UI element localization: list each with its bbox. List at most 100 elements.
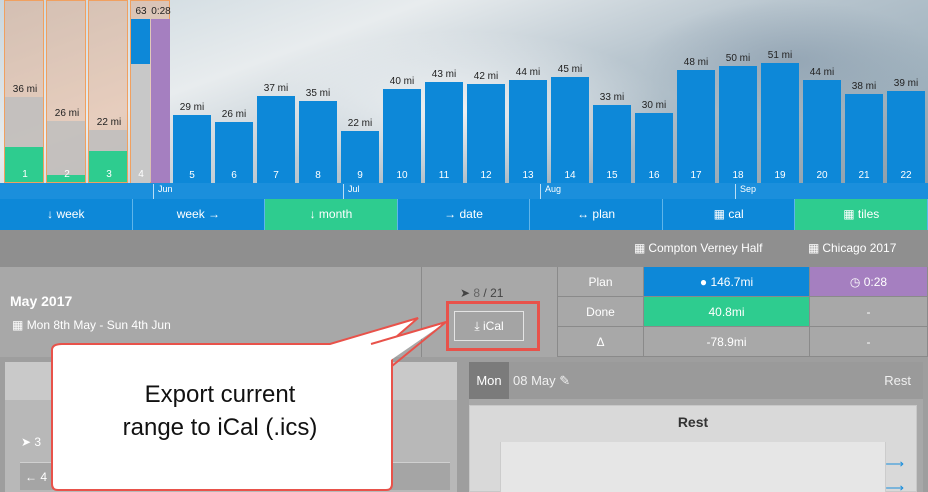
arrow-right-icon[interactable]: ⟶ bbox=[885, 456, 904, 472]
week-number: 21 bbox=[858, 170, 870, 181]
bar-value-label: 38 mi bbox=[851, 80, 877, 92]
week-number: 6 bbox=[231, 170, 237, 181]
week-bar[interactable] bbox=[803, 79, 841, 183]
bar-value-label: 33 mi bbox=[599, 92, 625, 104]
bar-value-label: 45 mi bbox=[557, 64, 583, 76]
bar-value-label: 51 mi bbox=[767, 50, 793, 62]
grid-icon: ▦ bbox=[808, 241, 820, 255]
done-distance: 40.8mi bbox=[644, 297, 810, 327]
runner-icon: ➤ bbox=[460, 286, 471, 300]
sessions-box: ➤ 8 / 21 ⤓ iCal bbox=[422, 267, 558, 357]
run-count: 3 bbox=[34, 435, 42, 449]
cal-label: cal bbox=[728, 207, 744, 221]
race-label: Chicago 2017 bbox=[822, 241, 897, 255]
week-bar[interactable] bbox=[425, 81, 463, 183]
delta-time: - bbox=[810, 327, 928, 357]
weekly-mileage-chart: 36 mi 1 26 mi 2 22 mi 3 63 0:28 4 29 mi 5 26 mi 6 37 … bbox=[0, 0, 928, 184]
week-forward-button[interactable]: week → bbox=[132, 199, 266, 230]
bar-value-label: 22 mi bbox=[347, 118, 373, 130]
plan-button[interactable]: ↔ plan bbox=[530, 199, 663, 230]
month-button[interactable]: ↓ month bbox=[265, 199, 398, 230]
cal-button[interactable]: ▦ cal bbox=[662, 199, 796, 230]
week-number: 12 bbox=[480, 170, 492, 181]
arrow-left-icon: ← bbox=[25, 470, 37, 484]
week-number: 13 bbox=[522, 170, 534, 181]
callout-line-2: range to iCal (.ics) bbox=[122, 414, 318, 441]
day-date[interactable]: 08 May ✎ bbox=[513, 373, 570, 389]
day-header: Mon 08 May ✎ Rest bbox=[469, 362, 923, 399]
current-week-column[interactable]: 63 0:28 4 bbox=[130, 0, 171, 184]
month-label: Aug bbox=[540, 184, 561, 199]
week-number: 22 bbox=[900, 170, 912, 181]
plan-time: ◷ 0:28 bbox=[810, 267, 928, 297]
ical-export-button[interactable]: ⤓ iCal bbox=[454, 311, 524, 341]
week-bar[interactable] bbox=[677, 70, 715, 183]
past-week-column[interactable]: 22 mi 3 bbox=[88, 0, 128, 183]
date-button[interactable]: → date bbox=[397, 199, 531, 230]
week-number: 19 bbox=[774, 170, 786, 181]
bar-time-label: 0:28 bbox=[151, 6, 171, 17]
clock-icon: ◷ bbox=[849, 275, 861, 289]
week-bar[interactable] bbox=[383, 89, 421, 183]
week-bar[interactable] bbox=[761, 63, 799, 183]
stats-label: Done bbox=[558, 297, 644, 327]
bar-value-label: 36 mi bbox=[12, 84, 38, 96]
week-number: 11 bbox=[438, 170, 450, 181]
month-axis: Jun Jul Aug Sep bbox=[0, 183, 928, 199]
bar-value-label: 50 mi bbox=[725, 52, 751, 64]
past-week-column[interactable]: 36 mi 1 bbox=[4, 0, 44, 183]
pencil-icon[interactable]: ✎ bbox=[559, 373, 570, 388]
range-dates-row: ▦ Mon 8th May - Sun 4th Jun bbox=[12, 318, 171, 332]
bar-value-label: 44 mi bbox=[809, 66, 835, 78]
range-summary: May 2017 ▦ Mon 8th May - Sun 4th Jun ➤ 8… bbox=[0, 267, 928, 357]
week-bar[interactable] bbox=[467, 84, 505, 183]
week-bar[interactable] bbox=[719, 65, 757, 183]
current-time-bar bbox=[151, 19, 170, 184]
week-number: 17 bbox=[690, 170, 702, 181]
week-number: 5 bbox=[189, 170, 195, 181]
race-label: Compton Verney Half bbox=[648, 241, 763, 255]
done-time: - bbox=[810, 297, 928, 327]
week-number: 15 bbox=[606, 170, 618, 181]
race-link-chicago[interactable]: ▦ Chicago 2017 bbox=[808, 241, 896, 255]
race-link-compton[interactable]: ▦ Compton Verney Half bbox=[634, 241, 762, 255]
download-icon: ⤓ bbox=[474, 319, 480, 333]
week-bar[interactable] bbox=[551, 77, 589, 183]
arrow-right-icon[interactable]: ⟶ bbox=[885, 480, 904, 492]
rest-card-body bbox=[500, 442, 886, 492]
day-name: Mon bbox=[469, 362, 509, 399]
map-marker-icon: ● bbox=[699, 275, 708, 289]
bar-value-label: 26 mi bbox=[54, 107, 80, 119]
bar-value-label: 44 mi bbox=[515, 66, 541, 78]
week-bar[interactable] bbox=[509, 79, 547, 183]
previous-week-number: 4 bbox=[40, 470, 48, 484]
view-nav-bar: ↓ week week → ↓ month → date ↔ plan ▦ ca… bbox=[0, 199, 928, 230]
bar-value-label: 26 mi bbox=[221, 108, 247, 120]
calendar-icon: ▦ bbox=[713, 207, 725, 221]
range-dates: Mon 8th May - Sun 4th Jun bbox=[26, 318, 171, 332]
month-label: Jul bbox=[343, 184, 360, 199]
plan-distance-value: 146.7mi bbox=[710, 275, 754, 289]
bar-value-label: 29 mi bbox=[179, 101, 205, 113]
week-back-button[interactable]: ↓ week bbox=[0, 199, 133, 230]
week-number: 7 bbox=[273, 170, 279, 181]
day-rest-label: Rest bbox=[884, 373, 911, 388]
week-number: 18 bbox=[732, 170, 744, 181]
range-title: May 2017 bbox=[10, 293, 73, 309]
week-number: 14 bbox=[564, 170, 576, 181]
sessions-done: 8 bbox=[473, 286, 481, 300]
day-panel: Mon 08 May ✎ Rest Rest ⟶ ⟶ bbox=[469, 362, 923, 492]
grid-icon: ▦ bbox=[843, 207, 855, 221]
past-week-column[interactable]: 26 mi 2 bbox=[46, 0, 86, 183]
bar-value-label: 63 bbox=[135, 6, 147, 17]
stats-row-done: Done 40.8mi - bbox=[558, 297, 928, 327]
rest-card: Rest ⟶ ⟶ bbox=[469, 405, 917, 492]
day-date-label: 08 May bbox=[513, 373, 556, 388]
tiles-button[interactable]: ▦ tiles bbox=[795, 199, 928, 230]
week-number: 1 bbox=[22, 169, 28, 180]
bar-value-label: 48 mi bbox=[683, 57, 709, 69]
previous-week-row[interactable]: ← 4 bbox=[20, 462, 450, 490]
grid-icon: ▦ bbox=[634, 241, 646, 255]
week-number: 9 bbox=[357, 170, 363, 181]
week-number: 16 bbox=[648, 170, 660, 181]
